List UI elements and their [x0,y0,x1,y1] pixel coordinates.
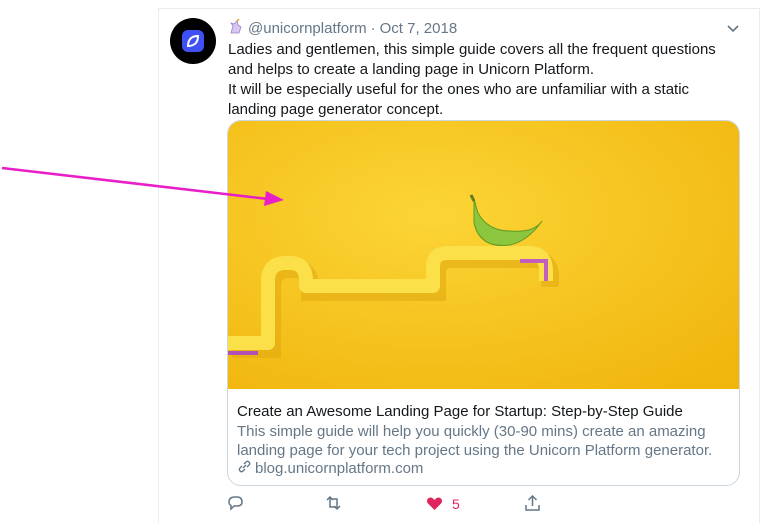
like-count: 5 [452,495,460,512]
share-icon [525,494,540,511]
retweet-icon [326,495,341,511]
card-image [228,121,739,389]
tweet-text: Ladies and gentlemen, this simple guide … [228,40,738,120]
share-button[interactable] [523,494,542,513]
heart-icon [427,497,442,510]
separator: · [370,20,376,37]
author-handle[interactable]: @unicornplatform [248,20,367,37]
card-description: This simple guide will help you quickly … [237,423,713,459]
unicorn-icon [228,18,244,38]
card-title[interactable]: Create an Awesome Landing Page for Start… [237,402,732,421]
reply-button[interactable] [226,494,245,513]
avatar[interactable] [170,18,216,64]
tweet-text-line1: Ladies and gentlemen, this simple guide … [228,41,716,78]
link-icon [237,459,252,478]
chevron-down-icon[interactable] [724,19,742,37]
retweet-button[interactable] [324,494,343,513]
card-domain[interactable]: blog.unicornplatform.com [237,459,423,478]
tweet-text-line2: It will be especially useful for the one… [228,81,690,118]
unicorn-platform-logo [182,30,204,52]
reply-icon [228,496,243,511]
card-domain-text: blog.unicornplatform.com [255,460,424,477]
tweet-header: @unicornplatform · Oct 7, 2018 [228,18,458,38]
link-preview-card[interactable]: Create an Awesome Landing Page for Start… [227,120,740,486]
tweet-date[interactable]: Oct 7, 2018 [380,20,458,37]
like-button[interactable]: 5 [425,494,460,513]
